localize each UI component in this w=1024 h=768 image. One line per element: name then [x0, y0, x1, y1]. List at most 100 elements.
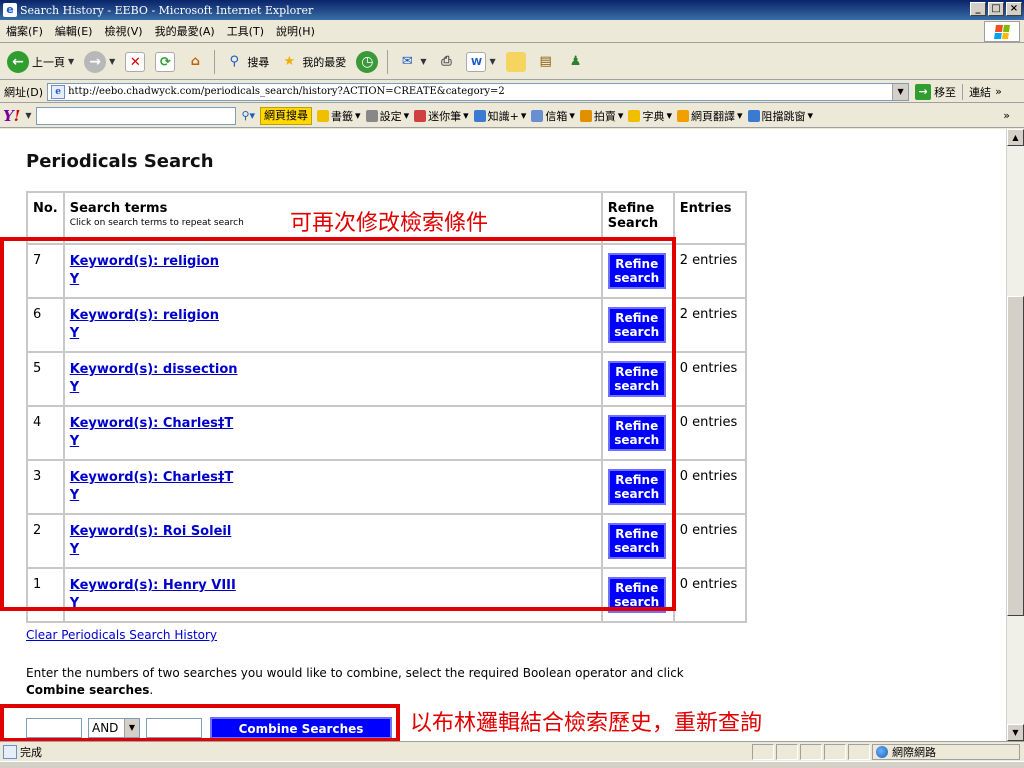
- bookmark-icon: [317, 109, 330, 122]
- clear-history-link[interactable]: Clear Periodicals Search History: [26, 628, 217, 642]
- entries-count: 0 entries: [672, 459, 747, 515]
- address-input[interactable]: e http://eebo.chadwyck.com/periodicals_s…: [47, 82, 910, 101]
- annotation-refine: 可再次修改檢索條件: [290, 211, 489, 236]
- yahoo-mail[interactable]: 信箱 ▾: [531, 108, 575, 124]
- back-button[interactable]: ← 上一頁 ▼: [4, 48, 77, 76]
- security-zone: 網際網路: [872, 744, 1020, 760]
- page-icon: e: [51, 84, 66, 99]
- entries-count: 2 entries: [672, 243, 747, 299]
- go-arrow-icon: →: [915, 83, 932, 100]
- yahoo-popup-blocker[interactable]: 阻擋跳窗 ▾: [747, 108, 813, 124]
- favorites-button[interactable]: ★ 我的最愛: [276, 48, 349, 76]
- back-arrow-icon: ←: [7, 50, 29, 73]
- research-icon: ▤: [539, 53, 552, 69]
- menu-file[interactable]: 檔案(F): [0, 23, 49, 39]
- stop-icon: ✕: [125, 51, 146, 72]
- page-icon: [3, 744, 17, 759]
- forward-button[interactable]: → ▼: [81, 48, 118, 76]
- yahoo-translate[interactable]: 網頁翻譯 ▾: [676, 108, 743, 124]
- minimize-button[interactable]: _: [970, 2, 986, 16]
- menu-bar: 檔案(F) 編輯(E) 檢視(V) 我的最愛(A) 工具(T) 說明(H): [0, 20, 1024, 43]
- scroll-down-icon[interactable]: ▼: [1007, 724, 1024, 741]
- close-button[interactable]: ×: [1006, 2, 1022, 16]
- print-button[interactable]: ⎙: [433, 48, 459, 76]
- entries-count: 0 entries: [672, 405, 747, 461]
- yahoo-auction[interactable]: 拍賣 ▾: [579, 108, 623, 124]
- search-button[interactable]: ⚲ 搜尋: [221, 48, 272, 76]
- mail-button[interactable]: ✉ ▼: [394, 48, 429, 76]
- history-button[interactable]: ◷: [353, 48, 381, 76]
- search-label: 搜尋: [247, 55, 270, 69]
- page-content: Periodicals Search No. Search terms Click…: [0, 129, 1006, 741]
- go-label: 移至: [934, 85, 957, 99]
- scroll-thumb[interactable]: [1007, 296, 1024, 616]
- dropdown-arrow-icon: ▼: [489, 57, 496, 66]
- auction-icon: [579, 109, 592, 122]
- messenger-icon: ♟: [569, 53, 582, 69]
- forward-arrow-icon: →: [84, 50, 107, 73]
- home-icon: ⌂: [190, 53, 200, 69]
- yahoo-knowledge[interactable]: 知識+ ▾: [473, 108, 526, 124]
- yahoo-dictionary[interactable]: 字典 ▾: [628, 108, 672, 124]
- mail-icon: [531, 109, 544, 122]
- folder-button[interactable]: [503, 48, 529, 76]
- windows-logo-icon: [984, 21, 1020, 42]
- yahoo-search-input[interactable]: [36, 106, 237, 125]
- status-text: 完成: [20, 745, 42, 759]
- mail-icon: ✉: [401, 53, 413, 69]
- header-entries: Entries: [672, 191, 747, 245]
- entries-count: 0 entries: [672, 567, 747, 623]
- page-title: Periodicals Search: [26, 151, 214, 172]
- maximize-button[interactable]: □: [988, 2, 1004, 16]
- yahoo-toolbar: Y! ▼ ⚲▾ 網頁搜尋 書籤 ▾ 設定 ▾ 迷你筆 ▾ 知識+ ▾ 信箱 ▾ 拍賣 ▾ 字…: [0, 104, 1024, 128]
- dropdown-arrow-icon: ▼: [25, 111, 32, 120]
- search-icon[interactable]: ⚲▾: [241, 109, 255, 122]
- research-button[interactable]: ▤: [533, 48, 559, 76]
- chevron-right-icon[interactable]: »: [1003, 109, 1010, 122]
- home-button[interactable]: ⌂: [182, 48, 208, 76]
- edit-button[interactable]: W ▼: [463, 48, 498, 76]
- yahoo-mininote[interactable]: 迷你筆 ▾: [414, 108, 469, 124]
- go-button[interactable]: → 移至: [909, 83, 962, 100]
- yahoo-bookmarks[interactable]: 書籤 ▾: [317, 108, 361, 124]
- window-title: Search History - EEBO - Microsoft Intern…: [20, 3, 314, 17]
- entries-count: 2 entries: [672, 297, 747, 353]
- links-button[interactable]: 連結: [962, 83, 991, 100]
- settings-icon: [365, 109, 378, 122]
- menu-help[interactable]: 說明(H): [270, 23, 321, 39]
- yahoo-logo[interactable]: Y!: [3, 107, 20, 125]
- yahoo-search-button[interactable]: 網頁搜尋: [260, 106, 313, 125]
- vertical-scrollbar[interactable]: ▲ ▼: [1006, 129, 1024, 741]
- menu-favorites[interactable]: 我的最愛(A): [149, 23, 221, 39]
- address-label: 網址(D): [4, 85, 44, 99]
- title-bar: e Search History - EEBO - Microsoft Inte…: [0, 0, 1024, 20]
- globe-icon: [876, 746, 888, 758]
- menu-edit[interactable]: 編輯(E): [49, 23, 99, 39]
- yahoo-settings[interactable]: 設定 ▾: [365, 108, 409, 124]
- word-icon: W: [466, 51, 487, 72]
- dropdown-arrow-icon: ▼: [420, 57, 427, 66]
- combine-highlight-box: [0, 704, 400, 741]
- combine-instructions-bold: Combine searches: [26, 683, 150, 697]
- history-icon: ◷: [356, 50, 379, 73]
- folder-icon: [505, 51, 526, 72]
- star-icon: ★: [283, 53, 296, 69]
- chevron-right-icon[interactable]: »: [995, 85, 1002, 98]
- back-label: 上一頁: [32, 55, 65, 69]
- dropdown-arrow-icon: ▼: [109, 57, 116, 66]
- print-icon: ⎙: [441, 53, 452, 69]
- scroll-up-icon[interactable]: ▲: [1007, 129, 1024, 146]
- entries-count: 0 entries: [672, 513, 747, 569]
- favorites-label: 我的最愛: [302, 55, 347, 69]
- menu-tools[interactable]: 工具(T): [221, 23, 270, 39]
- status-bar: 完成 網際網路: [0, 741, 1024, 761]
- stop-button[interactable]: ✕: [122, 48, 148, 76]
- entries-count: 0 entries: [672, 351, 747, 407]
- rows-highlight-box: [0, 237, 676, 611]
- address-dropdown-icon[interactable]: ▼: [892, 83, 909, 100]
- dropdown-arrow-icon: ▼: [68, 57, 75, 66]
- popup-blocker-icon: [747, 109, 760, 122]
- messenger-button[interactable]: ♟: [563, 48, 589, 76]
- menu-view[interactable]: 檢視(V): [98, 23, 148, 39]
- refresh-button[interactable]: ⟳: [152, 48, 178, 76]
